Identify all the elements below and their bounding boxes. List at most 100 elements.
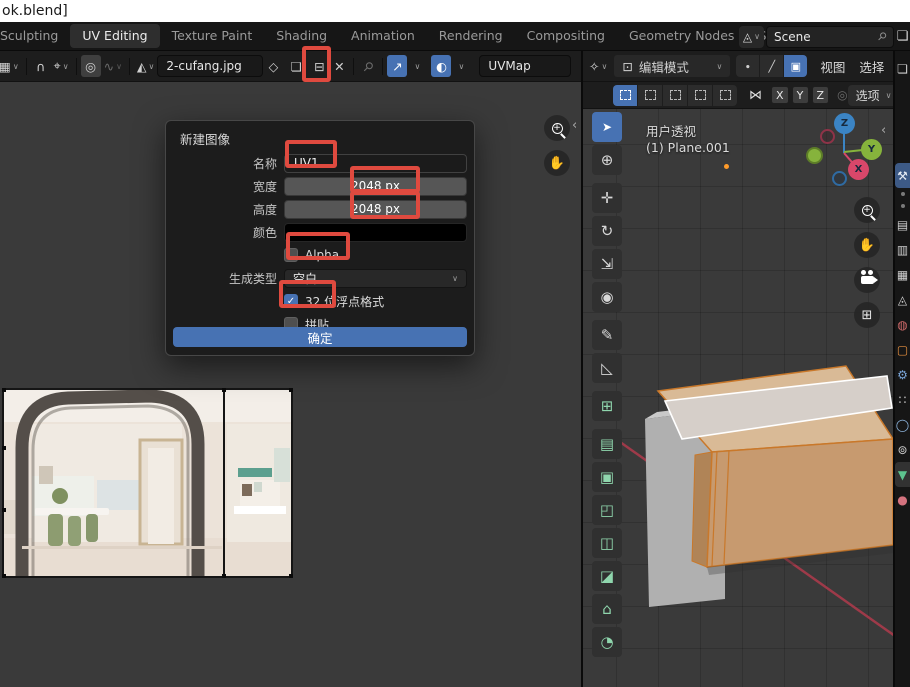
ok-button[interactable]: 确定: [173, 327, 467, 347]
select-invert-button[interactable]: [688, 85, 712, 106]
knife-tool[interactable]: ◪: [592, 561, 622, 591]
image-width-slider[interactable]: 2048 px: [284, 177, 467, 196]
tab-physics[interactable]: ◯: [895, 412, 910, 437]
extrude-region-tool[interactable]: ▤: [592, 429, 622, 459]
bevel-tool[interactable]: ◰: [592, 495, 622, 525]
display-channels-button[interactable]: ◐: [431, 55, 451, 77]
image-height-slider[interactable]: 2048 px: [284, 200, 467, 219]
tab-modifiers[interactable]: ⚙: [895, 362, 910, 387]
tab-output[interactable]: ▥: [895, 237, 910, 262]
viewport-canvas[interactable]: ➤⊕✛↻⇲◉✎◺⊞▤▣◰◫◪⌂◔ 用户透视 (1) Plane.001 Z Y …: [583, 109, 893, 687]
snap-target-menu[interactable]: ⌖ ∨: [51, 55, 72, 77]
select-set-button[interactable]: [613, 85, 637, 106]
mirror-z-button[interactable]: Z: [812, 86, 830, 104]
new-scene-button[interactable]: ❏: [895, 25, 910, 47]
uv-image-2-cufang[interactable]: [2, 388, 293, 578]
open-image-button[interactable]: ⊟: [309, 55, 329, 77]
axis-x-ball[interactable]: X: [848, 159, 869, 180]
display-channels-menu[interactable]: ∨: [451, 55, 471, 77]
zoom-button[interactable]: +: [544, 115, 570, 141]
scale-tool[interactable]: ⇲: [592, 249, 622, 279]
select-box-tool[interactable]: ➤: [592, 112, 622, 142]
edge-select-mode[interactable]: ╱: [760, 55, 783, 77]
menu-视图[interactable]: 视图: [813, 57, 852, 76]
tab-texture-paint[interactable]: Texture Paint: [160, 24, 265, 48]
select-extend-button[interactable]: [638, 85, 662, 106]
move-tool[interactable]: ✛: [592, 183, 622, 213]
mode-dropdown[interactable]: ⊡ 编辑模式 ∨: [614, 55, 730, 77]
mirror-x-button[interactable]: X: [771, 86, 789, 104]
menu-选择[interactable]: 选择: [852, 57, 891, 76]
tab-object[interactable]: ▢: [895, 337, 910, 362]
falloff-menu[interactable]: ∿ ∨: [101, 55, 125, 77]
pan-button[interactable]: ✋: [544, 150, 570, 176]
float32-checkbox[interactable]: ✓: [284, 294, 298, 308]
tab-world[interactable]: ◍: [895, 312, 910, 337]
scene-name-field[interactable]: Scene ⚲: [766, 26, 894, 48]
uv-editor-canvas[interactable]: 新建图像 名称UV1宽度2048 px高度2048 px颜色Alpha生成类型空…: [0, 82, 581, 687]
region-collapse-icon[interactable]: ‹: [572, 118, 577, 133]
tab-tool[interactable]: ⚒: [895, 163, 910, 188]
image-color-swatch[interactable]: [284, 223, 467, 242]
tab-shading[interactable]: Shading: [264, 24, 339, 48]
select-intersect-button[interactable]: [713, 85, 737, 106]
cursor-tool[interactable]: ⊕: [592, 145, 622, 175]
fake-user-button[interactable]: ◇: [263, 55, 283, 77]
uvmap-field[interactable]: UVMap: [479, 55, 571, 77]
annotate-tool[interactable]: ✎: [592, 320, 622, 350]
tab-geometry-nodes[interactable]: Geometry Nodes: [617, 24, 746, 48]
select-subtract-button[interactable]: [663, 85, 687, 106]
tab-rendering[interactable]: Rendering: [427, 24, 515, 48]
measure-tool[interactable]: ◺: [592, 353, 622, 383]
editor-type-button[interactable]: ▦ ∨: [0, 55, 22, 77]
loop-cut-tool[interactable]: ◫: [592, 528, 622, 558]
tab-animation[interactable]: Animation: [339, 24, 427, 48]
tab-compositing[interactable]: Compositing: [515, 24, 617, 48]
proportional-icon[interactable]: ◎: [837, 88, 847, 102]
transform-tool[interactable]: ◉: [592, 282, 622, 312]
face-select-mode[interactable]: ▣: [784, 55, 807, 77]
uv-sync-menu[interactable]: ∨: [407, 55, 427, 77]
tab-material[interactable]: ●: [895, 487, 910, 512]
axis-neg-z-ball[interactable]: [832, 171, 847, 186]
tab-sculpting[interactable]: Sculpting: [0, 24, 70, 48]
poly-build-tool[interactable]: ⌂: [592, 594, 622, 624]
scene-browse-button[interactable]: ◬ ∨: [739, 26, 764, 48]
mirror-y-button[interactable]: Y: [792, 86, 809, 104]
pin-button[interactable]: ⚲: [358, 55, 378, 77]
tab-uv-editing[interactable]: UV Editing: [70, 24, 159, 48]
editor-type-button[interactable]: ✧ ∨: [586, 55, 610, 77]
proportional-editing-button[interactable]: ◎: [81, 55, 101, 77]
alpha-checkbox[interactable]: [284, 248, 298, 262]
tab-constraints[interactable]: ⊚: [895, 437, 910, 462]
axis-y-ball[interactable]: Y: [861, 139, 882, 160]
unlink-image-button[interactable]: ✕: [329, 55, 349, 77]
spin-tool[interactable]: ◔: [592, 627, 622, 657]
tab-render[interactable]: ▤: [895, 212, 910, 237]
axis-neg-y-ball[interactable]: [806, 147, 823, 164]
alpha-row: Alpha: [166, 244, 474, 266]
uv-sync-select-button[interactable]: ↗: [387, 55, 407, 77]
axis-neg-x-ball[interactable]: [820, 129, 835, 144]
new-image-button[interactable]: ❏: [283, 55, 309, 77]
viewport-scene: [583, 109, 893, 687]
tab-particles[interactable]: ∷: [895, 387, 910, 412]
tab-object-data[interactable]: ▼: [895, 462, 910, 487]
image-name-field[interactable]: UV1: [284, 154, 467, 173]
generated-type-dropdown[interactable]: 空白∨: [284, 269, 467, 288]
add-cube-tool[interactable]: ⊞: [592, 391, 622, 421]
alpha-checkrow: Alpha: [284, 248, 467, 262]
inset-faces-tool[interactable]: ▣: [592, 462, 622, 492]
options-dropdown[interactable]: 选项 ∨: [848, 85, 893, 106]
image-browse-button[interactable]: ◭ ∨: [134, 55, 157, 77]
navigation-gizmo[interactable]: Z Y X: [804, 113, 882, 191]
tab-scene[interactable]: ◬: [895, 287, 910, 312]
axis-z-ball[interactable]: Z: [834, 113, 855, 134]
rotate-tool[interactable]: ↻: [592, 216, 622, 246]
mirror-icon[interactable]: ⋈: [749, 88, 762, 103]
tab-view-layer[interactable]: ▦: [895, 262, 910, 287]
vertex-select-mode[interactable]: ∙: [736, 55, 759, 77]
image-name-field[interactable]: 2-cufang.jpg: [157, 55, 263, 77]
pin-icon[interactable]: ⚲: [875, 29, 890, 44]
snap-toggle-button[interactable]: ∩: [31, 55, 51, 77]
